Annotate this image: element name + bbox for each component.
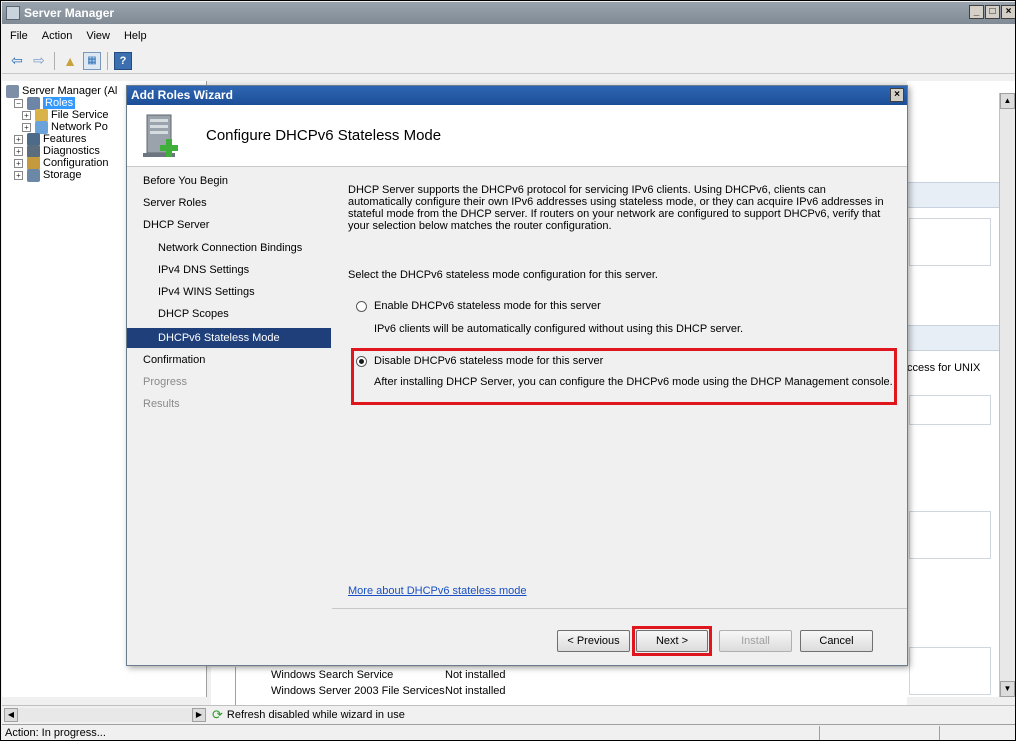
refresh-bar: ◀ ▶ ⟳ Refresh disabled while wizard in u… (2, 705, 1015, 723)
minimize-icon[interactable]: _ (969, 5, 984, 19)
more-about-link[interactable]: More about DHCPv6 stateless mode (348, 585, 527, 597)
close-icon[interactable]: × (1001, 5, 1015, 19)
horizontal-scroll-right-icon[interactable]: ▶ (192, 707, 206, 722)
wizard-step-item[interactable]: Server Roles (127, 193, 331, 213)
wizard-footer: < Previous Next > Install Cancel (332, 608, 907, 665)
radio-button-unchecked[interactable] (356, 300, 367, 312)
cancel-button[interactable]: Cancel (800, 630, 873, 652)
wizard-title: Add Roles Wizard (131, 88, 233, 102)
section-box (909, 511, 991, 559)
help-icon[interactable]: ? (114, 51, 132, 70)
install-button[interactable]: Install (719, 630, 792, 652)
dhcpv6-description: DHCP Server supports the DHCPv6 protocol… (348, 184, 884, 232)
wizard-step-item[interactable]: DHCPv6 Stateless Mode (127, 328, 331, 348)
disable-stateless-radio[interactable]: Disable DHCPv6 stateless mode for this s… (356, 355, 603, 367)
tree-item[interactable]: + Storage (14, 167, 82, 183)
section-header (907, 182, 1003, 208)
horizontal-scroll-left-icon[interactable]: ◀ (4, 707, 18, 722)
expand-icon[interactable]: + (14, 170, 23, 180)
menu-view[interactable]: View (86, 30, 110, 42)
partial-role-service-label: ccess for UNIX (907, 362, 981, 374)
previous-button[interactable]: < Previous (557, 630, 630, 652)
up-folder-icon[interactable]: ▲ (61, 52, 79, 70)
next-button[interactable]: Next > (636, 630, 708, 652)
selection-prompt: Select the DHCPv6 stateless mode configu… (348, 269, 658, 281)
show-hide-tree-icon[interactable]: ▦ (83, 51, 101, 70)
vertical-scrollbar[interactable]: ▲ ▼ (999, 93, 1015, 697)
page-title: Configure DHCPv6 Stateless Mode (206, 127, 442, 144)
server-manager-titlebar: Server Manager _ □ × (2, 2, 1015, 24)
status-separator (819, 726, 820, 740)
status-bar: Action: In progress... (2, 724, 1015, 740)
toolbar: ⇦ ⇨ ▲ ▦ ? (2, 48, 1015, 74)
horizontal-scrollbar-track[interactable] (18, 707, 192, 722)
forward-arrow-icon[interactable]: ⇨ (30, 52, 48, 70)
section-box (909, 647, 991, 695)
section-box (909, 395, 991, 425)
add-roles-wizard-dialog: Add Roles Wizard × Configure DHCPv6 Stat… (126, 85, 908, 666)
menu-file[interactable]: File (10, 30, 28, 42)
list-item: Windows Search Service Not installed (271, 669, 506, 681)
wizard-titlebar: Add Roles Wizard × (127, 86, 907, 105)
wizard-step-item: Results (143, 398, 180, 410)
scroll-down-icon[interactable]: ▼ (1000, 681, 1015, 697)
menu-bar: File Action View Help (2, 25, 1015, 47)
server-manager-icon (6, 6, 20, 20)
server-add-role-icon (143, 114, 178, 157)
enable-stateless-label: Enable DHCPv6 stateless mode for this se… (374, 300, 601, 312)
role-service-status: Not installed (445, 685, 506, 697)
section-header (907, 325, 1003, 351)
wizard-step-item[interactable]: Network Connection Bindings (127, 238, 331, 258)
wizard-step-item[interactable]: DHCP Server (127, 215, 331, 235)
wizard-step-item: Progress (143, 376, 188, 388)
refresh-message: Refresh disabled while wizard in use (226, 708, 405, 721)
storage-icon (27, 168, 40, 182)
wizard-close-icon[interactable]: × (890, 88, 904, 102)
disable-stateless-label: Disable DHCPv6 stateless mode for this s… (374, 355, 604, 367)
status-separator (939, 726, 940, 740)
wizard-header: Configure DHCPv6 Stateless Mode (127, 105, 907, 167)
role-service-name: Windows Search Service (271, 669, 394, 681)
section-box (909, 218, 991, 266)
list-item: Windows Server 2003 File Services Not in… (271, 685, 506, 697)
role-service-status: Not installed (445, 669, 506, 681)
wizard-step-item[interactable]: IPv4 DNS Settings (127, 260, 331, 280)
status-text: Action: In progress... (5, 727, 106, 739)
refresh-icon: ⟳ (212, 706, 223, 722)
menu-help[interactable]: Help (124, 30, 147, 42)
wizard-step-item[interactable]: Before You Begin (127, 171, 331, 191)
wizard-steps-nav: Before You Begin Server Roles DHCP Server N… (127, 168, 331, 608)
wizard-step-item[interactable]: DHCP Scopes (127, 304, 331, 324)
back-arrow-icon[interactable]: ⇦ (8, 52, 26, 70)
screenshot-frame: Server Manager _ □ × File Action View He… (0, 0, 1016, 741)
menu-action[interactable]: Action (42, 30, 73, 42)
wizard-content: DHCP Server supports the DHCPv6 protocol… (332, 168, 907, 608)
role-service-name: Windows Server 2003 File Services (271, 685, 445, 697)
enable-stateless-note: IPv6 clients will be automatically confi… (374, 323, 744, 335)
role-services-list: Windows Search Service Not installed Win… (211, 667, 907, 705)
disable-stateless-note: After installing DHCP Server, you can co… (374, 376, 893, 388)
scroll-up-icon[interactable]: ▲ (1000, 93, 1015, 109)
enable-stateless-radio[interactable]: Enable DHCPv6 stateless mode for this se… (356, 300, 601, 312)
wizard-step-item[interactable]: IPv4 WINS Settings (127, 282, 331, 302)
window-title: Server Manager (24, 6, 115, 20)
toolbar-separator (107, 51, 108, 70)
tree-line (235, 667, 236, 705)
window-controls: _ □ × (969, 5, 1015, 19)
maximize-icon[interactable]: □ (985, 5, 1000, 19)
tree-item-label: Storage (43, 169, 82, 181)
wizard-step-item[interactable]: Confirmation (127, 350, 331, 370)
toolbar-separator (54, 51, 55, 70)
radio-button-checked[interactable] (356, 355, 367, 367)
